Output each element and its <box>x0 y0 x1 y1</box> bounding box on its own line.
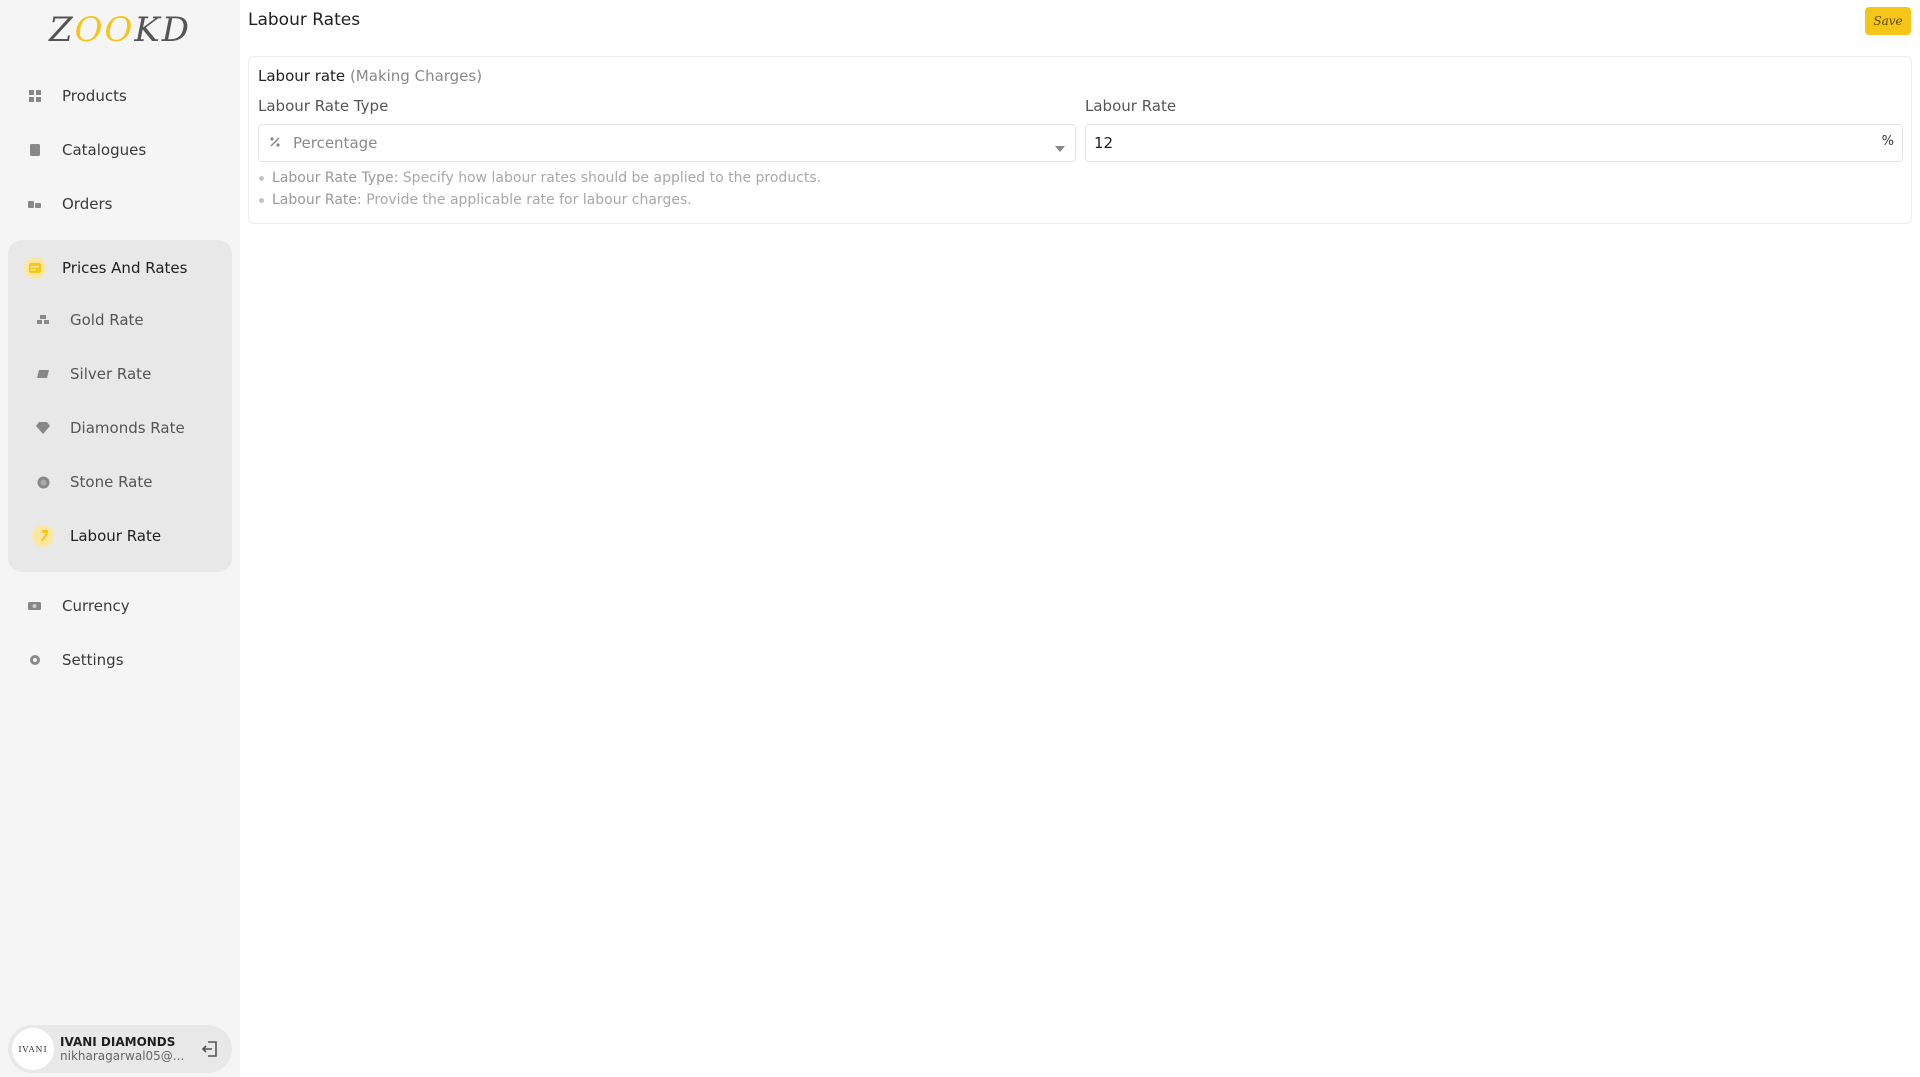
labour-rate-label: Labour Rate <box>1085 97 1177 115</box>
logout-button[interactable] <box>198 1037 222 1061</box>
zookd-logo[interactable]: ZOOKD <box>0 6 240 54</box>
save-button[interactable]: Save <box>1865 7 1911 35</box>
stone-icon <box>36 475 50 489</box>
money-icon <box>28 599 42 613</box>
sidebar-item-label: Stone Rate <box>70 473 153 491</box>
orders-icon <box>28 197 42 211</box>
sidebar-item-catalogues[interactable]: Catalogues <box>8 128 232 172</box>
percent-icon <box>269 136 283 151</box>
user-name: IVANI DIAMONDS <box>60 1035 176 1049</box>
sidebar-item-label: Prices And Rates <box>62 259 188 277</box>
logo-part-3: KD <box>134 10 192 50</box>
avatar-text: IVANI <box>18 1044 48 1054</box>
sidebar-item-label: Silver Rate <box>70 365 152 383</box>
sidebar-item-silver-rate[interactable]: Silver Rate <box>8 352 232 396</box>
logout-icon <box>201 1041 217 1057</box>
sidebar-item-labour-rate[interactable]: Labour Rate <box>8 514 232 558</box>
sidebar-item-label: Orders <box>62 195 113 213</box>
labour-rate-type-select[interactable]: Percentage <box>258 124 1076 162</box>
sidebar-item-products[interactable]: Products <box>8 74 232 118</box>
help-line-rate: Labour Rate: Provide the applicable rate… <box>259 192 692 208</box>
price-tag-icon <box>24 257 46 279</box>
bullet-icon <box>259 197 264 203</box>
sidebar-item-prices-and-rates[interactable]: Prices And Rates <box>8 246 232 290</box>
rate-unit: % <box>1881 134 1894 149</box>
logo-part-2: OO <box>74 10 135 50</box>
sidebar-item-label: Gold Rate <box>70 311 144 329</box>
silver-bar-icon <box>36 367 50 381</box>
card-title-text: Labour rate <box>258 67 346 85</box>
book-icon <box>28 143 42 157</box>
labour-rate-type-label: Labour Rate Type <box>258 97 389 115</box>
labour-rate-input[interactable] <box>1086 125 1866 161</box>
diamond-icon <box>36 421 50 435</box>
grid-icon <box>28 89 42 103</box>
gear-icon <box>28 653 42 667</box>
sidebar-item-stone-rate[interactable]: Stone Rate <box>8 460 232 504</box>
help-text: Specify how labour rates should be appli… <box>402 170 822 186</box>
user-info: IVANI DIAMONDS nikharagarwal05@... <box>60 1035 190 1063</box>
chevron-down-icon <box>1055 139 1065 157</box>
labour-rate-field: % <box>1085 124 1903 162</box>
sidebar-item-label: Labour Rate <box>70 527 162 545</box>
help-text: Provide the applicable rate for labour c… <box>366 192 692 208</box>
hammer-icon <box>32 525 54 547</box>
avatar[interactable]: IVANI <box>12 1028 54 1070</box>
labour-rate-card: Labour rate (Making Charges) Labour Rate… <box>248 56 1912 224</box>
sidebar-item-label: Settings <box>62 651 124 669</box>
gold-bars-icon <box>36 313 50 327</box>
bullet-icon <box>259 175 264 181</box>
sidebar-item-gold-rate[interactable]: Gold Rate <box>8 298 232 342</box>
sidebar-item-label: Diamonds Rate <box>70 419 185 437</box>
logo-part-1: Z <box>48 10 75 50</box>
user-card: IVANI IVANI DIAMONDS nikharagarwal05@... <box>8 1025 232 1073</box>
user-email: nikharagarwal05@... <box>60 1049 185 1063</box>
sidebar-item-currency[interactable]: Currency <box>8 584 232 628</box>
help-line-type: Labour Rate Type: Specify how labour rat… <box>259 170 821 186</box>
sidebar-item-label: Currency <box>62 597 130 615</box>
sidebar: ZOOKD Products Catalogues Orders Prices … <box>0 0 240 1077</box>
sidebar-item-settings[interactable]: Settings <box>8 638 232 682</box>
help-key: Labour Rate: <box>272 192 362 208</box>
card-title: Labour rate (Making Charges) <box>258 67 482 85</box>
sidebar-item-orders[interactable]: Orders <box>8 182 232 226</box>
card-title-suffix: (Making Charges) <box>349 67 483 85</box>
sidebar-group-prices-and-rates: Prices And Rates Gold Rate Silver Rate D… <box>8 240 232 572</box>
sidebar-item-diamonds-rate[interactable]: Diamonds Rate <box>8 406 232 450</box>
sidebar-item-label: Catalogues <box>62 141 147 159</box>
help-key: Labour Rate Type: <box>272 170 399 186</box>
sidebar-item-label: Products <box>62 87 127 105</box>
page-title: Labour Rates <box>248 10 361 30</box>
labour-rate-type-value: Percentage <box>293 134 378 152</box>
